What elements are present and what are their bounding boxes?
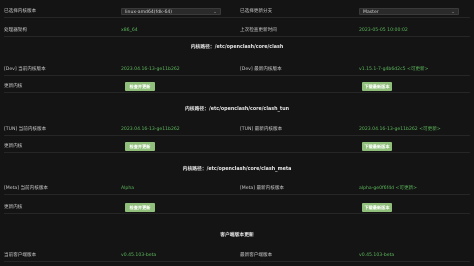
kernel-select-row: 已选择内核版本 linux-amd64(fdk-64) ⌄ 已选择更新分支 Ma… bbox=[4, 6, 470, 18]
dev-check-update-button[interactable]: 检查并更新 bbox=[125, 82, 155, 91]
meta-current-label: [Meta] 当前内核版本 bbox=[4, 186, 49, 191]
tun-update-row: 更新内核 检查并更新 下载最新版本 bbox=[4, 141, 470, 153]
arch-row: 处理器架构 x86_64 上次检查更新时间 2023-05-05 10:00:0… bbox=[4, 25, 470, 37]
client-current-label: 当前客户端版本 bbox=[4, 253, 37, 258]
dev-current-label: [Dev] 当前内核版本 bbox=[4, 67, 46, 72]
meta-download-latest-button[interactable]: 下载最新版本 bbox=[362, 203, 392, 212]
arch-label: 处理器架构 bbox=[4, 28, 27, 33]
client-update-heading: 客户端版本更新 bbox=[220, 233, 254, 238]
section-path-heading: 内核路径：/etc/openclash/core/clash_meta bbox=[182, 167, 292, 172]
tun-latest-value: 2023.04.16-13-ge11b262 <可更新> bbox=[359, 127, 441, 132]
meta-check-update-button[interactable]: 检查并更新 bbox=[125, 203, 155, 212]
tun-current-value: 2023.04.16-13-ge11b262 bbox=[121, 127, 180, 132]
chevron-down-icon: ⌄ bbox=[213, 10, 217, 15]
kernel-select[interactable]: linux-amd64(fdk-64) ⌄ bbox=[121, 8, 221, 15]
section-path-heading: 内核路径：/etc/openclash/core/clash_tun bbox=[184, 107, 290, 112]
dev-download-latest-button[interactable]: 下载最新版本 bbox=[362, 82, 392, 91]
dev-latest-label: [Dev] 最新内核版本 bbox=[240, 67, 282, 72]
branch-select[interactable]: Master ⌄ bbox=[359, 8, 459, 15]
tun-latest-label: [TUN] 最新内核版本 bbox=[240, 127, 283, 132]
client-latest-value: v0.45.103-beta bbox=[359, 253, 395, 258]
arch-value: x86_64 bbox=[121, 28, 138, 33]
client-current-value: v0.45.103-beta bbox=[121, 253, 157, 258]
meta-current-value: Alpha bbox=[121, 186, 135, 191]
dev-current-value: 2023.04.16-13-ge11b262 bbox=[121, 67, 180, 72]
tun-version-row: [TUN] 当前内核版本 2023.04.16-13-ge11b262 [TUN… bbox=[4, 124, 470, 136]
kernel-select-value: linux-amd64(fdk-64) bbox=[125, 10, 173, 15]
tun-check-update-button[interactable]: 检查并更新 bbox=[125, 142, 155, 151]
meta-latest-value: alpha-ge0f6f4d <可更新> bbox=[359, 186, 417, 191]
branch-select-value: Master bbox=[363, 10, 379, 15]
current-kernel-label: 已选择内核版本 bbox=[4, 9, 37, 14]
client-version-row: 当前客户端版本 v0.45.103-beta 最新客户端版本 v0.45.103… bbox=[4, 250, 470, 262]
dev-version-row: [Dev] 当前内核版本 2023.04.16-13-ge11b262 [Dev… bbox=[4, 64, 470, 76]
dev-update-label: 更新内核 bbox=[4, 84, 23, 89]
dev-update-row: 更新内核 检查并更新 下载最新版本 bbox=[4, 81, 470, 93]
meta-version-row: [Meta] 当前内核版本 Alpha [Meta] 最新内核版本 alpha-… bbox=[4, 183, 470, 195]
meta-latest-label: [Meta] 最新内核版本 bbox=[240, 186, 285, 191]
dev-latest-value: v1.15.1-7-g4b6d2c5 <可更新> bbox=[359, 67, 429, 72]
meta-update-label: 更新内核 bbox=[4, 205, 23, 210]
meta-update-row: 更新内核 检查并更新 下载最新版本 bbox=[4, 202, 470, 214]
selected-branch-label: 已选择更新分支 bbox=[240, 9, 273, 14]
tun-download-latest-button[interactable]: 下载最新版本 bbox=[362, 142, 392, 151]
chevron-down-icon: ⌄ bbox=[451, 10, 455, 15]
tun-update-label: 更新内核 bbox=[4, 144, 23, 149]
section-path-heading: 内核路径：/etc/openclash/core/clash bbox=[190, 45, 284, 50]
last-check-label: 上次检查更新时间 bbox=[240, 28, 277, 33]
client-latest-label: 最新客户端版本 bbox=[240, 253, 273, 258]
last-check-value: 2023-05-05 10:00:02 bbox=[359, 28, 408, 33]
tun-current-label: [TUN] 当前内核版本 bbox=[4, 127, 47, 132]
